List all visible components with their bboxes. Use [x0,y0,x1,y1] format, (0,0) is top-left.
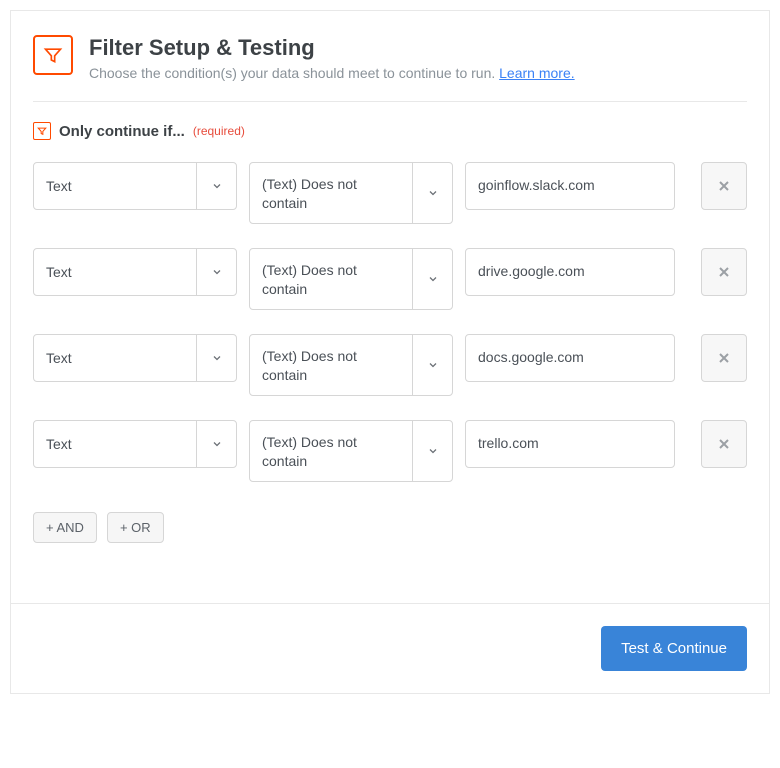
remove-button[interactable] [701,420,747,468]
filter-icon-small [33,122,51,140]
field-select[interactable]: Text [33,420,237,468]
chevron-down-icon[interactable] [196,335,236,381]
value-input[interactable]: trello.com [465,420,675,468]
value-input[interactable]: drive.google.com [465,248,675,296]
add-and-button[interactable]: + AND [33,512,97,543]
conditions-section: Only continue if... (required) Text (Tex… [33,102,747,543]
filter-panel: Filter Setup & Testing Choose the condit… [10,10,770,694]
add-or-button[interactable]: + OR [107,512,164,543]
chevron-down-icon[interactable] [412,335,452,395]
condition-select[interactable]: (Text) Does not contain [249,420,453,482]
chevron-down-icon[interactable] [196,421,236,467]
condition-select[interactable]: (Text) Does not contain [249,248,453,310]
chevron-down-icon[interactable] [412,163,452,223]
chevron-down-icon[interactable] [196,163,236,209]
filter-row: Text (Text) Does not contain drive.googl… [33,248,747,310]
page-subtitle: Choose the condition(s) your data should… [89,65,747,81]
filter-icon [33,35,73,75]
filter-row: Text (Text) Does not contain trello.com [33,420,747,482]
required-label: (required) [193,124,245,138]
logic-buttons: + AND + OR [33,512,747,543]
remove-button[interactable] [701,248,747,296]
condition-select[interactable]: (Text) Does not contain [249,334,453,396]
filter-rows: Text (Text) Does not contain goinflow.sl… [33,162,747,482]
filter-row: Text (Text) Does not contain docs.google… [33,334,747,396]
section-label-text: Only continue if... [59,123,185,140]
field-select[interactable]: Text [33,162,237,210]
footer: Test & Continue [11,603,769,693]
remove-button[interactable] [701,162,747,210]
section-label: Only continue if... (required) [33,122,747,140]
value-input[interactable]: docs.google.com [465,334,675,382]
chevron-down-icon[interactable] [412,249,452,309]
chevron-down-icon[interactable] [196,249,236,295]
page-title: Filter Setup & Testing [89,35,747,61]
field-select[interactable]: Text [33,334,237,382]
header-text: Filter Setup & Testing Choose the condit… [89,35,747,81]
test-continue-button[interactable]: Test & Continue [601,626,747,671]
chevron-down-icon[interactable] [412,421,452,481]
filter-row: Text (Text) Does not contain goinflow.sl… [33,162,747,224]
learn-more-link[interactable]: Learn more. [499,65,574,81]
condition-select[interactable]: (Text) Does not contain [249,162,453,224]
header: Filter Setup & Testing Choose the condit… [33,35,747,102]
value-input[interactable]: goinflow.slack.com [465,162,675,210]
remove-button[interactable] [701,334,747,382]
field-select[interactable]: Text [33,248,237,296]
